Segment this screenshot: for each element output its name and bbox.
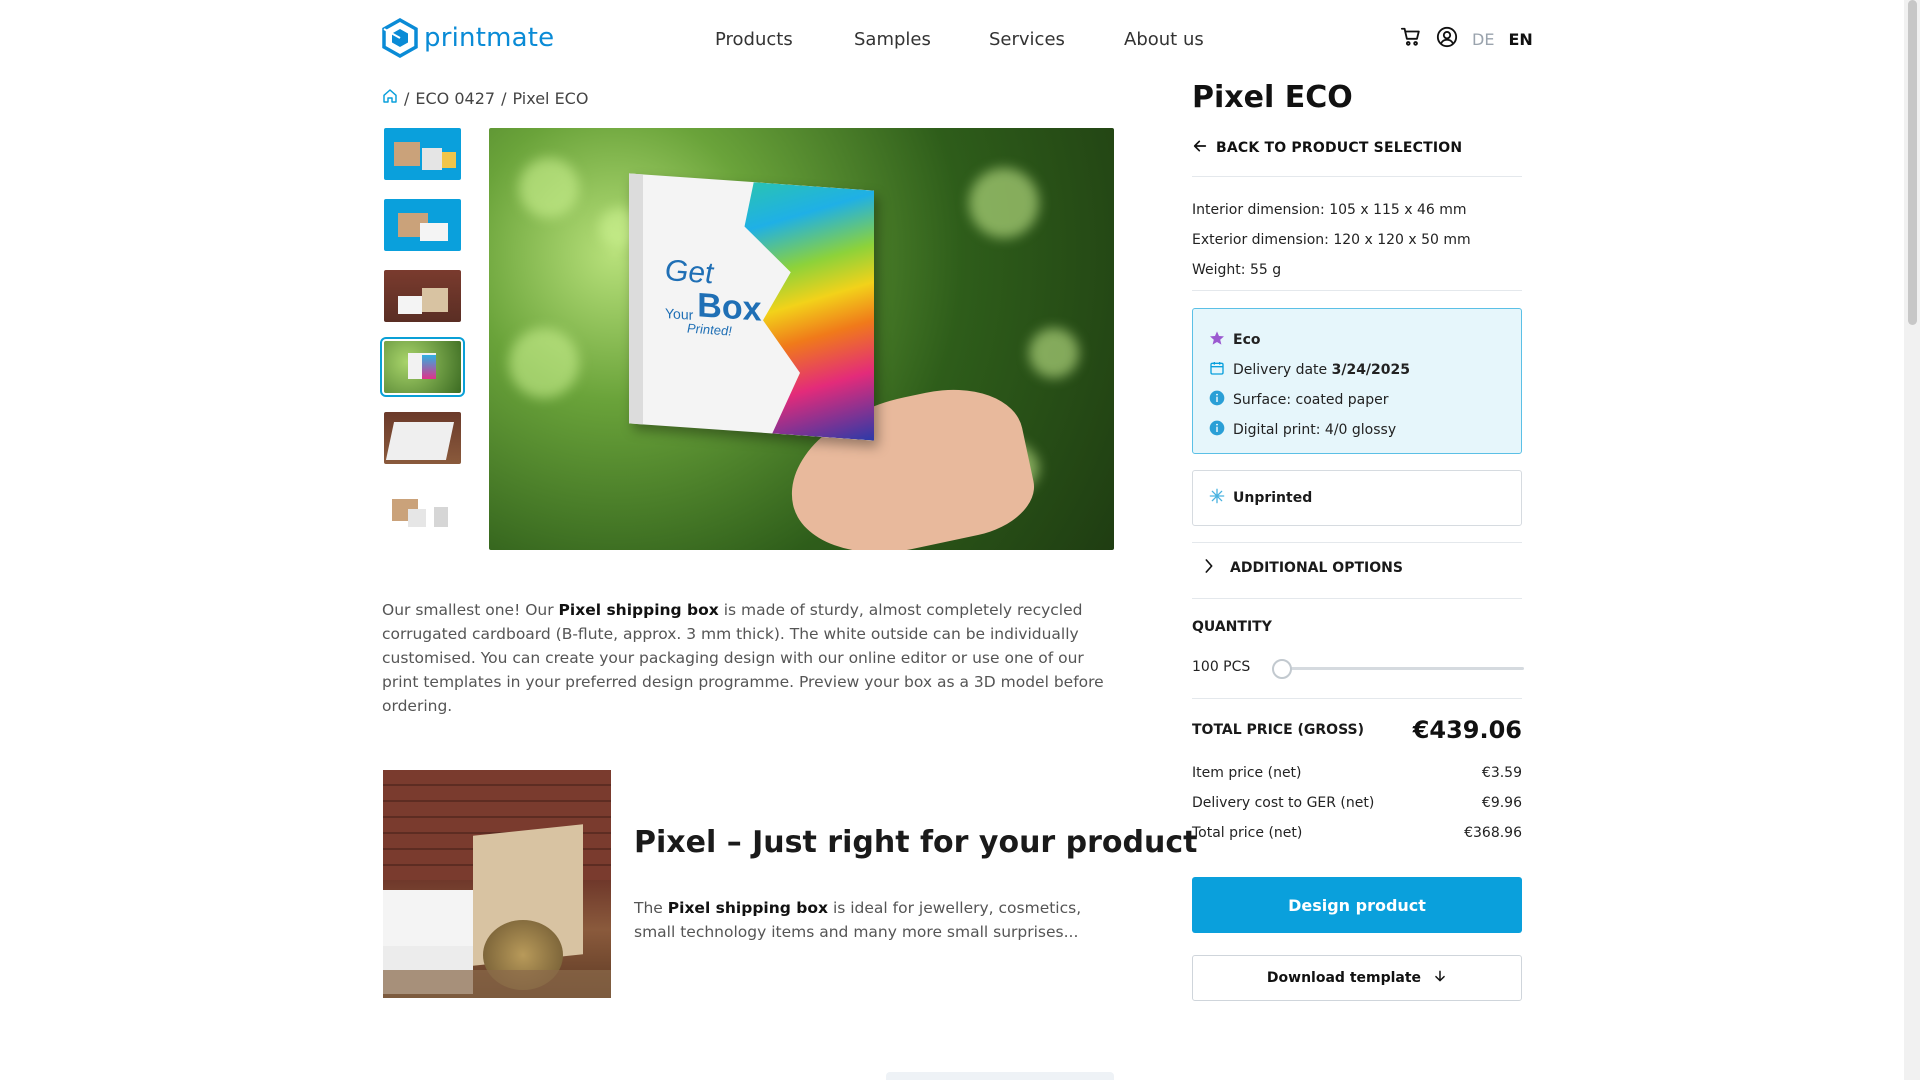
product-title: Pixel ECO [1192,80,1353,115]
eco-row: Eco [1209,325,1505,355]
nav-products[interactable]: Products [715,29,793,50]
delivery-date: 3/24/2025 [1331,362,1411,378]
eco-label: Eco [1233,332,1261,348]
logo-icon [382,18,418,58]
divider [1192,290,1522,291]
eco-option-card[interactable]: Eco Delivery date 3/24/2025 Surface: coa… [1192,308,1522,454]
calendar-icon [1209,360,1225,380]
price-line-delivery: Delivery cost to GER (net) €9.96 [1192,795,1522,811]
weight: Weight: 55 g [1192,262,1282,278]
divider [1192,176,1522,177]
surface-text: Surface: coated paper [1233,392,1389,408]
breadcrumb-separator: / [501,88,507,108]
price-line-total-net: Total price (net) €368.96 [1192,825,1522,841]
brand-logo[interactable]: printmate [382,18,554,58]
snowflake-icon [1209,488,1225,508]
divider [1192,542,1522,543]
thumbnail-5[interactable] [384,412,461,464]
back-link-label: BACK TO PRODUCT SELECTION [1216,140,1463,156]
additional-options-toggle[interactable]: ADDITIONAL OPTIONS [1192,558,1403,578]
arrow-left-icon [1192,138,1208,158]
chevron-right-icon [1202,558,1216,578]
feature-title: Pixel – Just right for your product [634,825,1198,860]
surface-row: Surface: coated paper [1209,385,1505,415]
product-dimensions: Interior dimension: 105 x 115 x 46 mm Ex… [1192,195,1471,285]
breadcrumb-item-eco-0427[interactable]: ECO 0427 [415,89,495,108]
thumbnail-3[interactable] [384,270,461,322]
total-price-row: TOTAL PRICE (GROSS) €439.06 [1192,716,1522,744]
language-en[interactable]: EN [1508,30,1532,49]
site-header: printmate Products Samples Services Abou… [0,0,1904,80]
breadcrumb-item-current: Pixel ECO [512,88,589,108]
total-price-label: TOTAL PRICE (GROSS) [1192,722,1365,738]
box-print-text: Get Your Box Printed! [665,253,762,339]
info-icon[interactable] [1209,420,1225,440]
nav-samples[interactable]: Samples [854,29,931,50]
delivery-label: Delivery date [1233,362,1332,378]
product-box: Get Your Box Printed! [629,173,874,441]
product-main-image[interactable]: Get Your Box Printed! [489,128,1114,550]
additional-options-label: ADDITIONAL OPTIONS [1230,560,1403,576]
cart-icon[interactable] [1400,26,1422,52]
divider [1192,598,1522,599]
total-price-value: €439.06 [1412,716,1522,744]
arrow-down-icon [1433,968,1447,988]
thumbnail-6[interactable] [384,483,461,535]
breadcrumb: / ECO 0427 / Pixel ECO [382,88,588,108]
thumbnail-2[interactable] [384,199,461,251]
price-line-label: Delivery cost to GER (net) [1192,795,1375,811]
unprinted-label: Unprinted [1233,490,1313,506]
star-icon [1209,330,1225,350]
quantity-value: 100 PCS [1192,659,1251,675]
thumbnail-list [380,128,465,554]
thumbnail-4[interactable] [380,337,465,397]
price-line-item: Item price (net) €3.59 [1192,765,1522,781]
download-template-label: Download template [1266,970,1422,986]
home-icon[interactable] [382,88,398,108]
user-icon[interactable] [1436,26,1458,52]
divider [1192,698,1522,699]
quantity-label: QUANTITY [1192,619,1272,635]
language-de[interactable]: DE [1472,30,1494,49]
design-product-button[interactable]: Design product [1192,877,1522,933]
quantity-slider[interactable] [1272,659,1524,679]
delivery-row: Delivery date 3/24/2025 [1209,355,1505,385]
product-description: Our smallest one! Our Pixel shipping box… [382,601,1104,715]
interior-dimension: Interior dimension: 105 x 115 x 46 mm [1192,202,1467,218]
price-line-label: Total price (net) [1192,825,1303,841]
download-template-button[interactable]: Download template [1192,955,1522,1001]
print-row: Digital print: 4/0 glossy [1209,415,1505,445]
price-line-value: €3.59 [1481,765,1522,781]
info-icon[interactable] [1209,390,1225,410]
unprinted-option-card[interactable]: Unprinted [1192,470,1522,526]
brand-name: printmate [424,23,555,53]
breadcrumb-separator: / [404,88,410,108]
price-line-value: €9.96 [1481,795,1522,811]
nav-about-us[interactable]: About us [1124,29,1244,50]
next-section-card-edge [886,1072,1114,1080]
print-text: Digital print: 4/0 glossy [1233,422,1397,438]
quantity-slider-handle[interactable] [1272,659,1292,679]
feature-image [383,770,611,998]
price-line-label: Item price (net) [1192,765,1302,781]
exterior-dimension: Exterior dimension: 120 x 120 x 50 mm [1192,232,1471,248]
header-actions: DE EN [1400,26,1533,52]
thumbnail-1[interactable] [384,128,461,180]
back-to-product-selection-link[interactable]: BACK TO PRODUCT SELECTION [1192,138,1462,158]
page-scrollbar[interactable] [1904,0,1920,1080]
scrollbar-thumb[interactable] [1908,0,1917,325]
feature-text: The Pixel shipping box is ideal for jewe… [634,899,1082,941]
nav-services[interactable]: Services [989,29,1065,50]
price-line-value: €368.96 [1464,825,1522,841]
